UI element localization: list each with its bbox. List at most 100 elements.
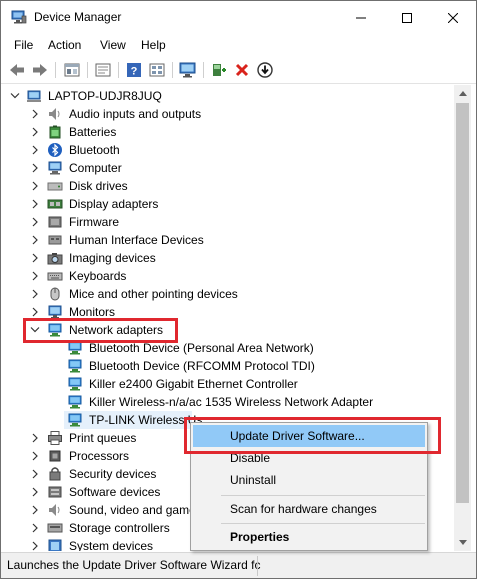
bluetooth-icon (47, 142, 63, 158)
category-mice-and-other-pointing-devices[interactable]: Mice and other pointing devices (2, 285, 454, 303)
computer-name: LAPTOP-UDJR8JUQ (48, 89, 162, 103)
toolbar-separator (87, 62, 88, 78)
tree-root[interactable]: LAPTOP-UDJR8JUQ (2, 87, 454, 105)
expand-chevron-icon[interactable] (29, 503, 41, 517)
menu-item-label: Uninstall (230, 473, 277, 487)
category-batteries[interactable]: Batteries (2, 123, 454, 141)
expand-chevron-icon[interactable] (29, 197, 41, 211)
network-adapter-item[interactable]: Bluetooth Device (RFCOMM Protocol TDI) (2, 357, 454, 375)
menu-properties[interactable]: Properties (193, 526, 425, 548)
toolbar-separator (118, 62, 119, 78)
show-hidden-icon (64, 63, 80, 77)
expand-chevron-icon[interactable] (29, 287, 41, 301)
properties-button[interactable] (93, 60, 113, 80)
category-keyboards[interactable]: Keyboards (2, 267, 454, 285)
network-adapter-item[interactable]: Killer e2400 Gigabit Ethernet Controller (2, 375, 454, 393)
category-audio-inputs-and-outputs[interactable]: Audio inputs and outputs (2, 105, 454, 123)
expand-chevron-icon[interactable] (29, 233, 41, 247)
computer-icon (47, 160, 63, 176)
menu-file[interactable]: File (14, 38, 33, 52)
expand-chevron-icon[interactable] (29, 269, 41, 283)
adapter-label: Bluetooth Device (RFCOMM Protocol TDI) (89, 359, 315, 373)
storage-icon (47, 520, 63, 536)
menu-view[interactable]: View (100, 38, 126, 52)
scrollbar-thumb[interactable] (456, 103, 469, 503)
category-label: Human Interface Devices (69, 233, 204, 247)
category-label: Software devices (69, 485, 161, 499)
status-bar: Launches the Update Driver Software Wiza… (1, 552, 476, 578)
category-label: Bluetooth (69, 143, 120, 157)
adapter-label: Bluetooth Device (Personal Area Network) (89, 341, 314, 355)
expand-chevron-icon[interactable] (29, 539, 41, 551)
menu-uninstall[interactable]: Uninstall (193, 469, 425, 491)
expand-chevron-icon[interactable] (29, 215, 41, 229)
scan-hardware-button[interactable] (178, 60, 198, 80)
minimize-button[interactable] (338, 1, 384, 34)
device-manager-window: Device Manager File Action View Help ? L… (0, 0, 477, 579)
toolbar-separator (203, 62, 204, 78)
category-firmware[interactable]: Firmware (2, 213, 454, 231)
expand-chevron-icon[interactable] (29, 107, 41, 121)
uninstall-button[interactable] (232, 60, 252, 80)
network-adapters-highlight (23, 318, 178, 343)
expand-chevron-icon[interactable] (29, 125, 41, 139)
view-button[interactable] (147, 60, 167, 80)
category-human-interface-devices[interactable]: Human Interface Devices (2, 231, 454, 249)
category-imaging-devices[interactable]: Imaging devices (2, 249, 454, 267)
show-hidden-button[interactable] (62, 60, 82, 80)
uninstall-x-icon (235, 63, 249, 77)
toolbar-separator (55, 62, 56, 78)
category-label: Disk drives (69, 179, 128, 193)
net-device-icon (67, 412, 83, 428)
maximize-button[interactable] (384, 1, 430, 34)
expand-chevron-icon[interactable] (29, 251, 41, 265)
help-icon: ? (127, 63, 141, 78)
close-button[interactable] (430, 1, 476, 34)
expand-chevron-icon[interactable] (29, 179, 41, 193)
svg-text:?: ? (131, 66, 138, 78)
network-adapter-item[interactable]: Killer Wireless-n/a/ac 1535 Wireless Net… (2, 393, 454, 411)
expand-chevron-icon[interactable] (29, 467, 41, 481)
menu-action[interactable]: Action (48, 38, 81, 52)
expand-chevron-icon[interactable] (29, 143, 41, 157)
category-label: Mice and other pointing devices (69, 287, 238, 301)
scroll-up-button[interactable] (454, 85, 471, 102)
category-label: Audio inputs and outputs (69, 107, 202, 121)
category-label: Sound, video and game (69, 503, 196, 517)
update-driver-button[interactable] (255, 60, 275, 80)
category-label: Monitors (69, 305, 116, 319)
menu-scan-hardware[interactable]: Scan for hardware changes (193, 498, 425, 520)
expand-chevron-icon[interactable] (29, 431, 41, 445)
expand-chevron-icon[interactable] (29, 449, 41, 463)
forward-button[interactable] (30, 60, 50, 80)
category-label: Firmware (69, 215, 119, 229)
expand-chevron-icon[interactable] (29, 521, 41, 535)
back-button[interactable] (7, 60, 27, 80)
system-icon (47, 538, 63, 551)
vertical-scrollbar[interactable] (454, 85, 471, 551)
forward-arrow-icon (33, 64, 47, 76)
battery-icon (47, 124, 63, 140)
help-button[interactable]: ? (124, 60, 144, 80)
disk-drive-icon (47, 178, 63, 194)
add-driver-icon (213, 64, 226, 76)
add-driver-button[interactable] (209, 60, 229, 80)
adapter-label: Killer Wireless-n/a/ac 1535 Wireless Net… (89, 395, 374, 409)
category-label: Security devices (69, 467, 157, 481)
category-display-adapters[interactable]: Display adapters (2, 195, 454, 213)
menu-help[interactable]: Help (141, 38, 166, 52)
category-computer[interactable]: Computer (2, 159, 454, 177)
collapse-chevron-icon[interactable] (9, 89, 21, 103)
toolbar-separator (172, 62, 173, 78)
category-bluetooth[interactable]: Bluetooth (2, 141, 454, 159)
expand-chevron-icon[interactable] (29, 305, 41, 319)
expand-chevron-icon[interactable] (29, 485, 41, 499)
menu-separator (221, 495, 425, 496)
category-disk-drives[interactable]: Disk drives (2, 177, 454, 195)
speaker-icon (47, 106, 63, 122)
processor-icon (47, 448, 63, 464)
expand-chevron-icon[interactable] (29, 161, 41, 175)
camera-icon (47, 250, 63, 266)
maximize-icon (402, 12, 412, 23)
scroll-down-button[interactable] (454, 534, 471, 551)
